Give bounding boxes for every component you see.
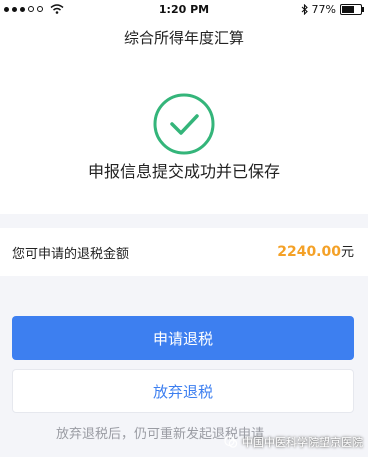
battery-fill bbox=[342, 6, 355, 13]
wechat-logo-icon bbox=[224, 435, 238, 448]
refund-row: 您可申请的退税金额 2240.00元 bbox=[0, 228, 368, 276]
watermark: 中国中医科学院望京医院 bbox=[224, 434, 363, 450]
page-title: 综合所得年度汇算 bbox=[123, 29, 244, 47]
refund-amount: 2240.00元 bbox=[277, 241, 354, 260]
watermark-text: 中国中医科学院望京医院 bbox=[242, 436, 363, 449]
battery-icon bbox=[340, 4, 364, 15]
refund-unit: 元 bbox=[340, 245, 354, 260]
refund-value: 2240.00 bbox=[277, 244, 341, 260]
check-circle-icon bbox=[153, 93, 215, 155]
nav-bar: 综合所得年度汇算 bbox=[0, 20, 368, 54]
status-bar: 1:20 PM 77% bbox=[0, 0, 368, 20]
success-panel: 申报信息提交成功并已保存 bbox=[0, 54, 368, 214]
abandon-refund-button[interactable]: 放弃退税 bbox=[12, 369, 354, 413]
bluetooth-icon bbox=[301, 4, 308, 15]
battery-percent: 77% bbox=[311, 3, 336, 16]
refund-label: 您可申请的退税金额 bbox=[12, 247, 130, 262]
status-right: 77% bbox=[301, 3, 364, 16]
apply-refund-button[interactable]: 申请退税 bbox=[12, 316, 354, 360]
success-message: 申报信息提交成功并已保存 bbox=[87, 162, 280, 181]
